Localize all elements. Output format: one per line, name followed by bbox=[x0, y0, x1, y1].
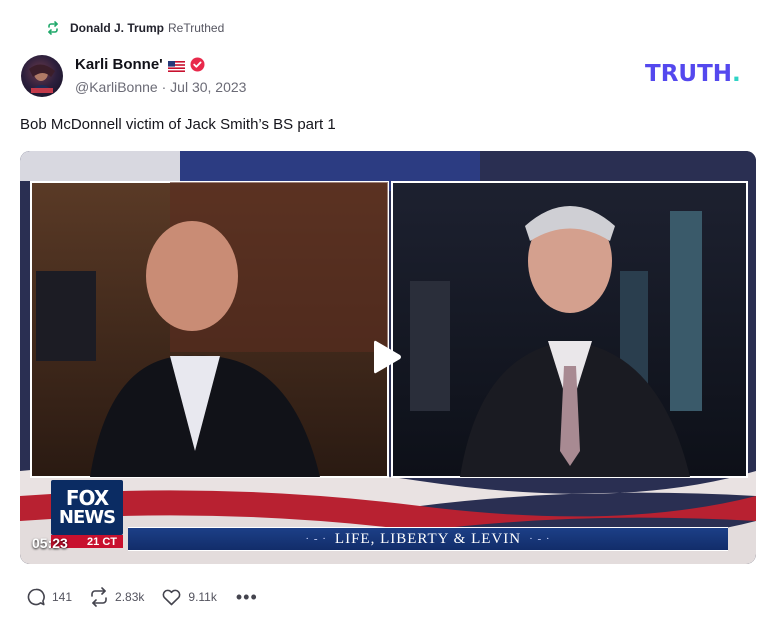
retruth-action-icon bbox=[91, 587, 107, 607]
fox-logo-line1: FOX bbox=[65, 486, 109, 510]
video-duration: 05:23 bbox=[32, 535, 68, 551]
post-date[interactable]: Jul 30, 2023 bbox=[170, 79, 246, 95]
truth-logo-text: TRUTH bbox=[645, 61, 733, 87]
heart-icon bbox=[162, 589, 181, 606]
retruth-count: 2.83k bbox=[115, 590, 145, 604]
reply-icon bbox=[27, 588, 45, 606]
fox-news-logo: FOX NEWS bbox=[51, 480, 123, 535]
reply-count: 141 bbox=[52, 590, 73, 604]
retruth-icon bbox=[46, 21, 60, 35]
like-count: 9.11k bbox=[188, 590, 217, 604]
show-title: LIFE, LIBERTY & LEVIN bbox=[334, 530, 522, 547]
post-text: Bob McDonnell victim of Jack Smith’s BS … bbox=[20, 116, 336, 133]
author-meta: @KarliBonne · Jul 30, 2023 bbox=[75, 79, 246, 95]
reply-button[interactable]: 141 bbox=[26, 587, 72, 607]
author-handle[interactable]: @KarliBonne bbox=[75, 79, 158, 95]
verified-badge-icon bbox=[190, 57, 205, 72]
retruth-banner: Donald J. Trump ReTruthed bbox=[46, 19, 224, 37]
author-name[interactable]: Karli Bonne' bbox=[75, 56, 163, 73]
post-actions: 141 2.83k 9.11k ••• bbox=[26, 586, 258, 608]
retruth-user-link[interactable]: Donald J. Trump bbox=[70, 21, 164, 35]
retruth-button[interactable]: 2.83k bbox=[89, 587, 144, 607]
us-flag-icon bbox=[167, 59, 185, 72]
more-options-icon[interactable]: ••• bbox=[236, 588, 258, 606]
banner-deco-left: · - · bbox=[305, 533, 327, 545]
play-icon[interactable] bbox=[372, 338, 402, 376]
truth-logo-dot: . bbox=[732, 61, 741, 87]
meta-separator: · bbox=[161, 79, 167, 95]
video-player[interactable]: FOX NEWS 21 CT · - · LIFE, LIBERTY & LEV… bbox=[20, 151, 756, 564]
retruth-action-label: ReTruthed bbox=[168, 21, 225, 35]
like-button[interactable]: 9.11k bbox=[161, 587, 217, 607]
author-name-row: Karli Bonne' bbox=[75, 55, 205, 73]
fox-logo-line2: NEWS bbox=[58, 507, 116, 528]
show-title-banner: · - · LIFE, LIBERTY & LEVIN · - · bbox=[128, 527, 728, 551]
truth-logo[interactable]: TRUTH. bbox=[645, 60, 760, 88]
banner-deco-right: · - · bbox=[529, 533, 551, 545]
avatar[interactable] bbox=[21, 55, 63, 97]
